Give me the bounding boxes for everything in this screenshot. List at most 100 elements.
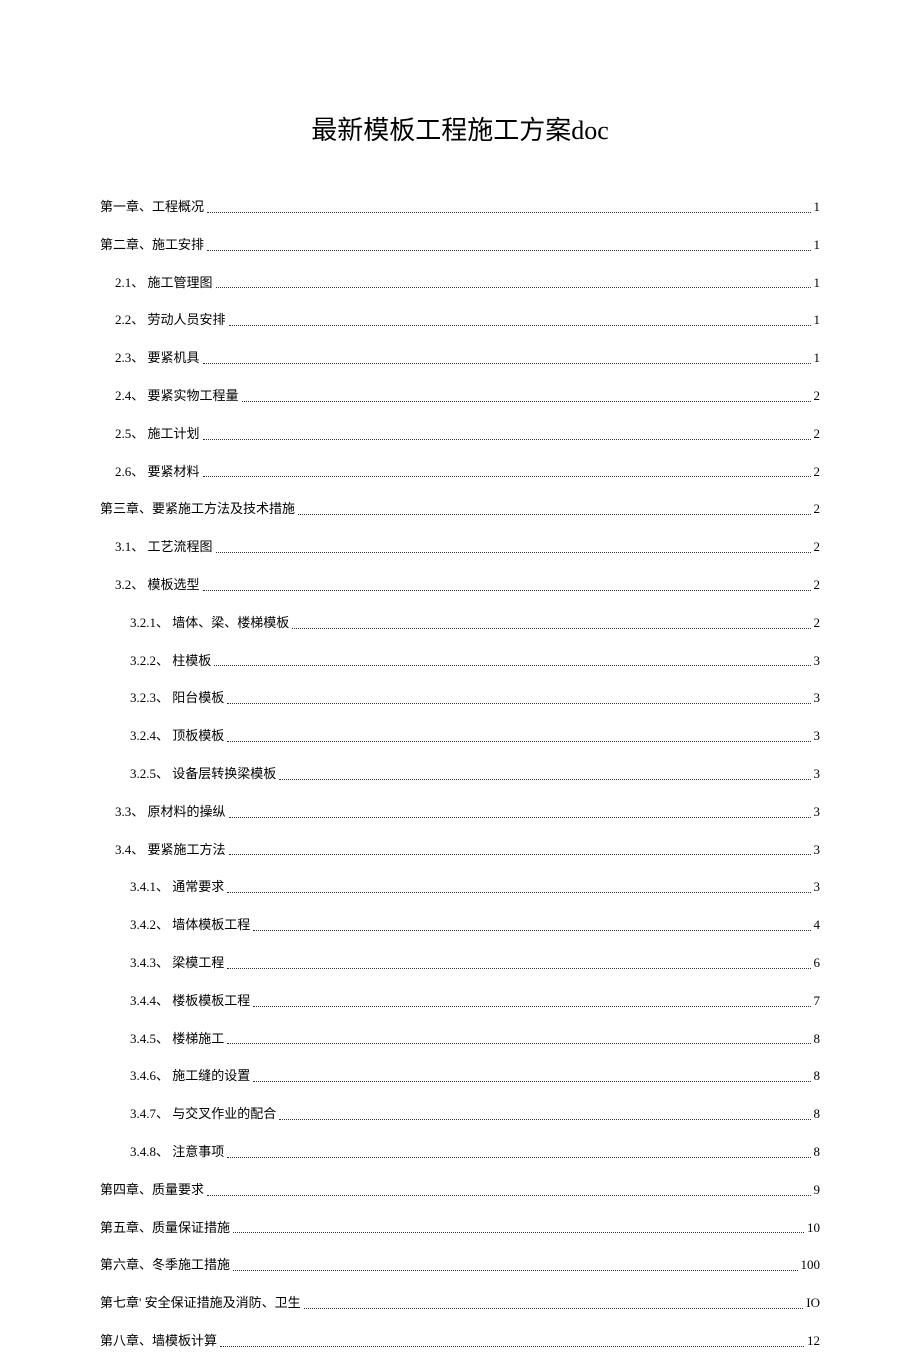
toc-entry-text: 2.3、 要紧机具 bbox=[115, 348, 200, 369]
toc-entry-page: 3 bbox=[814, 688, 821, 709]
toc-entry-page: 10 bbox=[807, 1218, 820, 1239]
toc-leader-dots bbox=[227, 1157, 810, 1158]
toc-leader-dots bbox=[233, 1232, 804, 1233]
toc-entry-page: 9 bbox=[814, 1180, 821, 1201]
toc-entry-text: 3.4.5、 楼梯施工 bbox=[130, 1029, 224, 1050]
toc-entry: 2.6、 要紧材料 2 bbox=[100, 462, 820, 483]
toc-entry: 第六章、冬季施工措施 100 bbox=[100, 1255, 820, 1276]
toc-leader-dots bbox=[207, 250, 810, 251]
toc-entry-page: 2 bbox=[814, 424, 821, 445]
toc-entry-text: 3.2.3、 阳台模板 bbox=[130, 688, 224, 709]
toc-entry-page: 100 bbox=[801, 1255, 821, 1276]
toc-leader-dots bbox=[298, 514, 810, 515]
toc-entry-text: 3.2.2、 柱模板 bbox=[130, 651, 211, 672]
toc-leader-dots bbox=[227, 968, 810, 969]
toc-entry-page: 3 bbox=[814, 840, 821, 861]
toc-entry-page: 2 bbox=[814, 537, 821, 558]
toc-entry: 2.4、 要紧实物工程量2 bbox=[100, 386, 820, 407]
toc-entry-text: 3.4、 要紧施工方法 bbox=[115, 840, 226, 861]
toc-leader-dots bbox=[253, 1006, 810, 1007]
toc-entry-page: 1 bbox=[814, 273, 821, 294]
toc-entry: 第八章、墙模板计算 12 bbox=[100, 1331, 820, 1352]
toc-entry-text: 3.2.1、 墙体、梁、楼梯模板 bbox=[130, 613, 289, 634]
toc-entry: 第四章、质量要求9 bbox=[100, 1180, 820, 1201]
toc-entry: 2.1、 施工管理图 1 bbox=[100, 273, 820, 294]
table-of-contents: 第一章、工程概况1第二章、施工安排12.1、 施工管理图12.2、 劳动人员安排… bbox=[100, 197, 820, 1352]
toc-entry-text: 3.2、 模板选型 bbox=[115, 575, 200, 596]
toc-entry-page: 3 bbox=[814, 802, 821, 823]
toc-entry-text: 3.4.7、 与交叉作业的配合 bbox=[130, 1104, 276, 1125]
toc-entry-text: 第六章、冬季施工措施 bbox=[100, 1255, 230, 1276]
toc-leader-dots bbox=[227, 1043, 810, 1044]
toc-entry-text: 2.1、 施工管理图 bbox=[115, 273, 213, 294]
toc-entry-page: 1 bbox=[814, 235, 821, 256]
toc-leader-dots bbox=[242, 401, 811, 402]
toc-entry: 2.3、 要紧机具 1 bbox=[100, 348, 820, 369]
toc-entry: 第二章、施工安排 1 bbox=[100, 235, 820, 256]
toc-leader-dots bbox=[229, 854, 811, 855]
toc-entry-text: 3.4.3、 梁模工程 bbox=[130, 953, 224, 974]
toc-entry: 第七章' 安全保证措施及消防、卫生IO bbox=[100, 1293, 820, 1314]
toc-entry: 3.2.2、 柱模板3 bbox=[100, 651, 820, 672]
toc-entry-page: 3 bbox=[814, 877, 821, 898]
toc-entry-text: 3.2.5、 设备层转换梁模板 bbox=[130, 764, 276, 785]
toc-entry: 3.2.3、 阳台模板 3 bbox=[100, 688, 820, 709]
toc-entry: 3.4.1、 通常要求3 bbox=[100, 877, 820, 898]
toc-entry-page: 2 bbox=[814, 575, 821, 596]
toc-entry-text: 3.4.8、 注意事项 bbox=[130, 1142, 224, 1163]
toc-entry: 3.4、 要紧施工方法 3 bbox=[100, 840, 820, 861]
document-title: 最新模板工程施工方案doc bbox=[100, 110, 820, 147]
toc-entry-page: 1 bbox=[814, 197, 821, 218]
toc-entry: 3.4.7、 与交叉作业的配合 8 bbox=[100, 1104, 820, 1125]
toc-entry: 3.4.3、 梁模工程6 bbox=[100, 953, 820, 974]
toc-entry-page: 8 bbox=[814, 1142, 821, 1163]
toc-entry: 2.2、 劳动人员安排1 bbox=[100, 310, 820, 331]
toc-entry-text: 第一章、工程概况 bbox=[100, 197, 204, 218]
toc-entry: 3.2.1、 墙体、梁、楼梯模板2 bbox=[100, 613, 820, 634]
toc-entry-page: 2 bbox=[814, 462, 821, 483]
toc-entry: 3.4.8、 注意事项 8 bbox=[100, 1142, 820, 1163]
toc-leader-dots bbox=[229, 817, 811, 818]
toc-entry-page: 2 bbox=[814, 499, 821, 520]
toc-leader-dots bbox=[220, 1346, 804, 1347]
toc-leader-dots bbox=[253, 1081, 810, 1082]
toc-leader-dots bbox=[227, 892, 810, 893]
toc-entry-page: 7 bbox=[814, 991, 821, 1012]
toc-entry-text: 2.5、 施工计划 bbox=[115, 424, 200, 445]
toc-leader-dots bbox=[203, 439, 811, 440]
toc-entry-text: 3.3、 原材料的操纵 bbox=[115, 802, 226, 823]
toc-entry-page: 2 bbox=[814, 386, 821, 407]
toc-entry-text: 3.4.6、 施工缝的设置 bbox=[130, 1066, 250, 1087]
toc-entry: 3.3、 原材料的操纵 3 bbox=[100, 802, 820, 823]
toc-leader-dots bbox=[292, 628, 810, 629]
toc-entry: 3.4.6、 施工缝的设置8 bbox=[100, 1066, 820, 1087]
toc-entry-text: 第三章、要紧施工方法及技术措施 bbox=[100, 499, 295, 520]
toc-leader-dots bbox=[203, 363, 811, 364]
toc-leader-dots bbox=[227, 703, 810, 704]
toc-entry-page: 4 bbox=[814, 915, 821, 936]
toc-entry-page: 1 bbox=[814, 348, 821, 369]
toc-entry-text: 第五章、质量保证措施 bbox=[100, 1218, 230, 1239]
toc-entry-text: 第二章、施工安排 bbox=[100, 235, 204, 256]
toc-entry: 3.2.5、 设备层转换梁模板3 bbox=[100, 764, 820, 785]
toc-entry-page: 8 bbox=[814, 1104, 821, 1125]
toc-entry-text: 3.1、 工艺流程图 bbox=[115, 537, 213, 558]
toc-entry-text: 3.4.4、 楼板模板工程 bbox=[130, 991, 250, 1012]
toc-entry: 3.4.2、 墙体模板工程4 bbox=[100, 915, 820, 936]
toc-entry-page: 3 bbox=[814, 726, 821, 747]
toc-entry-page: 1 bbox=[814, 310, 821, 331]
toc-entry: 第一章、工程概况 1 bbox=[100, 197, 820, 218]
toc-entry: 3.2.4、 顶板模板 3 bbox=[100, 726, 820, 747]
toc-entry: 3.2、 模板选型 2 bbox=[100, 575, 820, 596]
toc-entry-text: 第八章、墙模板计算 bbox=[100, 1331, 217, 1352]
toc-leader-dots bbox=[216, 552, 811, 553]
toc-leader-dots bbox=[207, 212, 810, 213]
toc-entry-page: 12 bbox=[807, 1331, 820, 1352]
toc-leader-dots bbox=[203, 590, 811, 591]
toc-entry-text: 2.6、 要紧材料 bbox=[115, 462, 200, 483]
toc-entry-text: 3.2.4、 顶板模板 bbox=[130, 726, 224, 747]
toc-leader-dots bbox=[227, 741, 810, 742]
toc-entry: 3.1、 工艺流程图 2 bbox=[100, 537, 820, 558]
toc-entry: 3.4.4、 楼板模板工程 7 bbox=[100, 991, 820, 1012]
toc-entry-text: 第七章' 安全保证措施及消防、卫生 bbox=[100, 1293, 301, 1314]
